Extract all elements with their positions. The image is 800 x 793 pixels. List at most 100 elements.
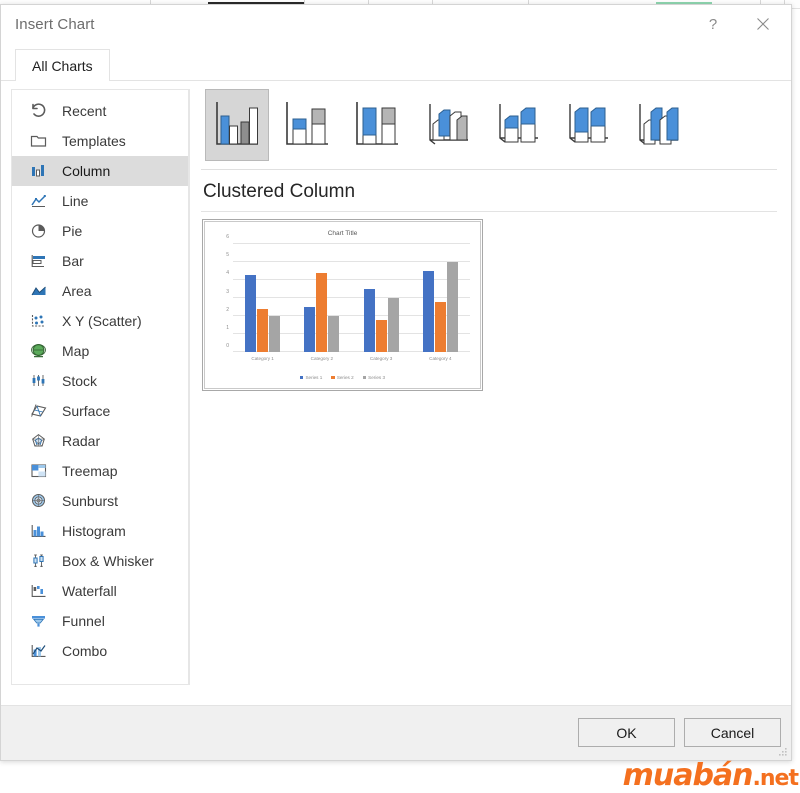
chart-subtype-gallery[interactable] <box>201 89 779 167</box>
watermark-brand: muabán <box>623 758 753 793</box>
sidebar-item-label: Stock <box>62 373 97 389</box>
recent-icon <box>28 101 50 121</box>
ok-button-label: OK <box>616 725 636 741</box>
sidebar-item-label: X Y (Scatter) <box>62 313 142 329</box>
gallery-item-stacked-column[interactable] <box>275 89 339 161</box>
sidebar-item-scatter[interactable]: X Y (Scatter) <box>12 306 188 336</box>
close-icon[interactable] <box>741 5 785 43</box>
gallery-item-3d-column[interactable] <box>625 89 689 161</box>
cancel-button[interactable]: Cancel <box>684 718 781 747</box>
tab-strip: All Charts <box>1 45 791 81</box>
tab-all-charts[interactable]: All Charts <box>15 49 110 82</box>
resize-grip-icon[interactable] <box>776 746 788 758</box>
treemap-chart-icon <box>28 461 50 481</box>
chart-legend-item: Series 2 <box>331 375 353 380</box>
chart-legend-label: Series 1 <box>305 375 322 380</box>
chart-y-tick-label: 4 <box>226 270 229 276</box>
sidebar-item-line[interactable]: Line <box>12 186 188 216</box>
title-divider <box>201 211 777 212</box>
chart-preview[interactable]: Chart Title 0123456Category 1Category 2C… <box>202 219 483 391</box>
sidebar-item-templates[interactable]: Templates <box>12 126 188 156</box>
clustered-column-icon <box>211 98 263 152</box>
gallery-divider <box>201 169 777 170</box>
chart-legend-item: Series 3 <box>363 375 385 380</box>
sidebar-item-box-whisker[interactable]: Box & Whisker <box>12 546 188 576</box>
chart-bar <box>304 307 315 352</box>
radar-chart-icon <box>28 431 50 451</box>
watermark-tld: .net <box>753 766 798 791</box>
chart-bar <box>328 316 339 352</box>
chart-bar <box>423 271 434 352</box>
chart-type-title: Clustered Column <box>203 181 355 203</box>
panel-divider <box>189 89 190 685</box>
combo-chart-icon <box>28 641 50 661</box>
sidebar-item-recent[interactable]: Recent <box>12 96 188 126</box>
chart-y-tick-label: 5 <box>226 252 229 258</box>
gallery-item-3d-100-percent-stacked-column[interactable] <box>555 89 619 161</box>
chart-legend-swatch <box>363 376 367 380</box>
chart-category-group: Category 3 <box>352 244 411 352</box>
sidebar-item-combo[interactable]: Combo <box>12 636 188 666</box>
chart-bar <box>316 273 327 352</box>
gallery-item-clustered-column[interactable] <box>205 89 269 161</box>
chart-bar <box>435 302 446 352</box>
insert-chart-dialog: Insert Chart ? All Charts Recent <box>0 4 792 761</box>
sidebar-item-stock[interactable]: Stock <box>12 366 188 396</box>
chart-category-sidebar[interactable]: Recent Templates Column Line <box>11 89 189 685</box>
sidebar-item-label: Column <box>62 163 110 179</box>
chart-type-pane: Clustered Column Chart Title 0123456Cate… <box>201 89 779 685</box>
sidebar-item-column[interactable]: Column <box>12 156 188 186</box>
chart-legend: Series 1 Series 2 Series 3 <box>207 375 478 380</box>
cancel-button-label: Cancel <box>711 725 755 741</box>
chart-legend-swatch <box>300 376 304 380</box>
3d-100-percent-stacked-column-icon <box>561 98 613 152</box>
sidebar-item-histogram[interactable]: Histogram <box>12 516 188 546</box>
sidebar-item-surface[interactable]: Surface <box>12 396 188 426</box>
ok-button[interactable]: OK <box>578 718 675 747</box>
sidebar-item-label: Radar <box>62 433 100 449</box>
help-icon[interactable]: ? <box>691 5 735 43</box>
3d-stacked-column-icon <box>491 98 543 152</box>
chart-bar <box>257 309 268 352</box>
chart-legend-label: Series 2 <box>337 375 354 380</box>
gallery-item-100-percent-stacked-column[interactable] <box>345 89 409 161</box>
chart-legend-label: Series 3 <box>368 375 385 380</box>
sidebar-item-label: Bar <box>62 253 84 269</box>
chart-bar <box>245 275 256 352</box>
chart-bar <box>447 262 458 352</box>
sidebar-item-radar[interactable]: Radar <box>12 426 188 456</box>
chart-category-group: Category 2 <box>292 244 351 352</box>
templates-icon <box>28 131 50 151</box>
sidebar-item-map[interactable]: Map <box>12 336 188 366</box>
sidebar-item-label: Surface <box>62 403 110 419</box>
sidebar-item-funnel[interactable]: Funnel <box>12 606 188 636</box>
watermark: muabán.net <box>623 761 798 791</box>
chart-bar <box>376 320 387 352</box>
chart-title: Chart Title <box>207 230 478 237</box>
chart-category-group: Category 1 <box>233 244 292 352</box>
sidebar-item-label: Histogram <box>62 523 126 539</box>
chart-y-tick-label: 1 <box>226 325 229 331</box>
sidebar-item-label: Combo <box>62 643 107 659</box>
chart-legend-item: Series 1 <box>300 375 322 380</box>
sidebar-item-label: Waterfall <box>62 583 117 599</box>
sidebar-item-sunburst[interactable]: Sunburst <box>12 486 188 516</box>
sidebar-item-waterfall[interactable]: Waterfall <box>12 576 188 606</box>
gallery-item-3d-clustered-column[interactable] <box>415 89 479 161</box>
chart-plot-area: 0123456Category 1Category 2Category 3Cat… <box>233 244 470 352</box>
sidebar-item-label: Treemap <box>62 463 118 479</box>
sidebar-item-area[interactable]: Area <box>12 276 188 306</box>
tab-all-charts-label: All Charts <box>32 58 93 74</box>
sidebar-item-treemap[interactable]: Treemap <box>12 456 188 486</box>
chart-category-label: Category 2 <box>292 356 351 361</box>
sidebar-item-bar[interactable]: Bar <box>12 246 188 276</box>
100-percent-stacked-column-icon <box>351 98 403 152</box>
chart-y-tick-label: 6 <box>226 234 229 240</box>
dialog-body: Recent Templates Column Line <box>1 81 791 705</box>
sidebar-item-label: Pie <box>62 223 82 239</box>
chart-y-tick-label: 0 <box>226 343 229 349</box>
gallery-item-3d-stacked-column[interactable] <box>485 89 549 161</box>
sidebar-item-pie[interactable]: Pie <box>12 216 188 246</box>
3d-column-icon <box>631 98 683 152</box>
close-glyph <box>755 16 771 32</box>
